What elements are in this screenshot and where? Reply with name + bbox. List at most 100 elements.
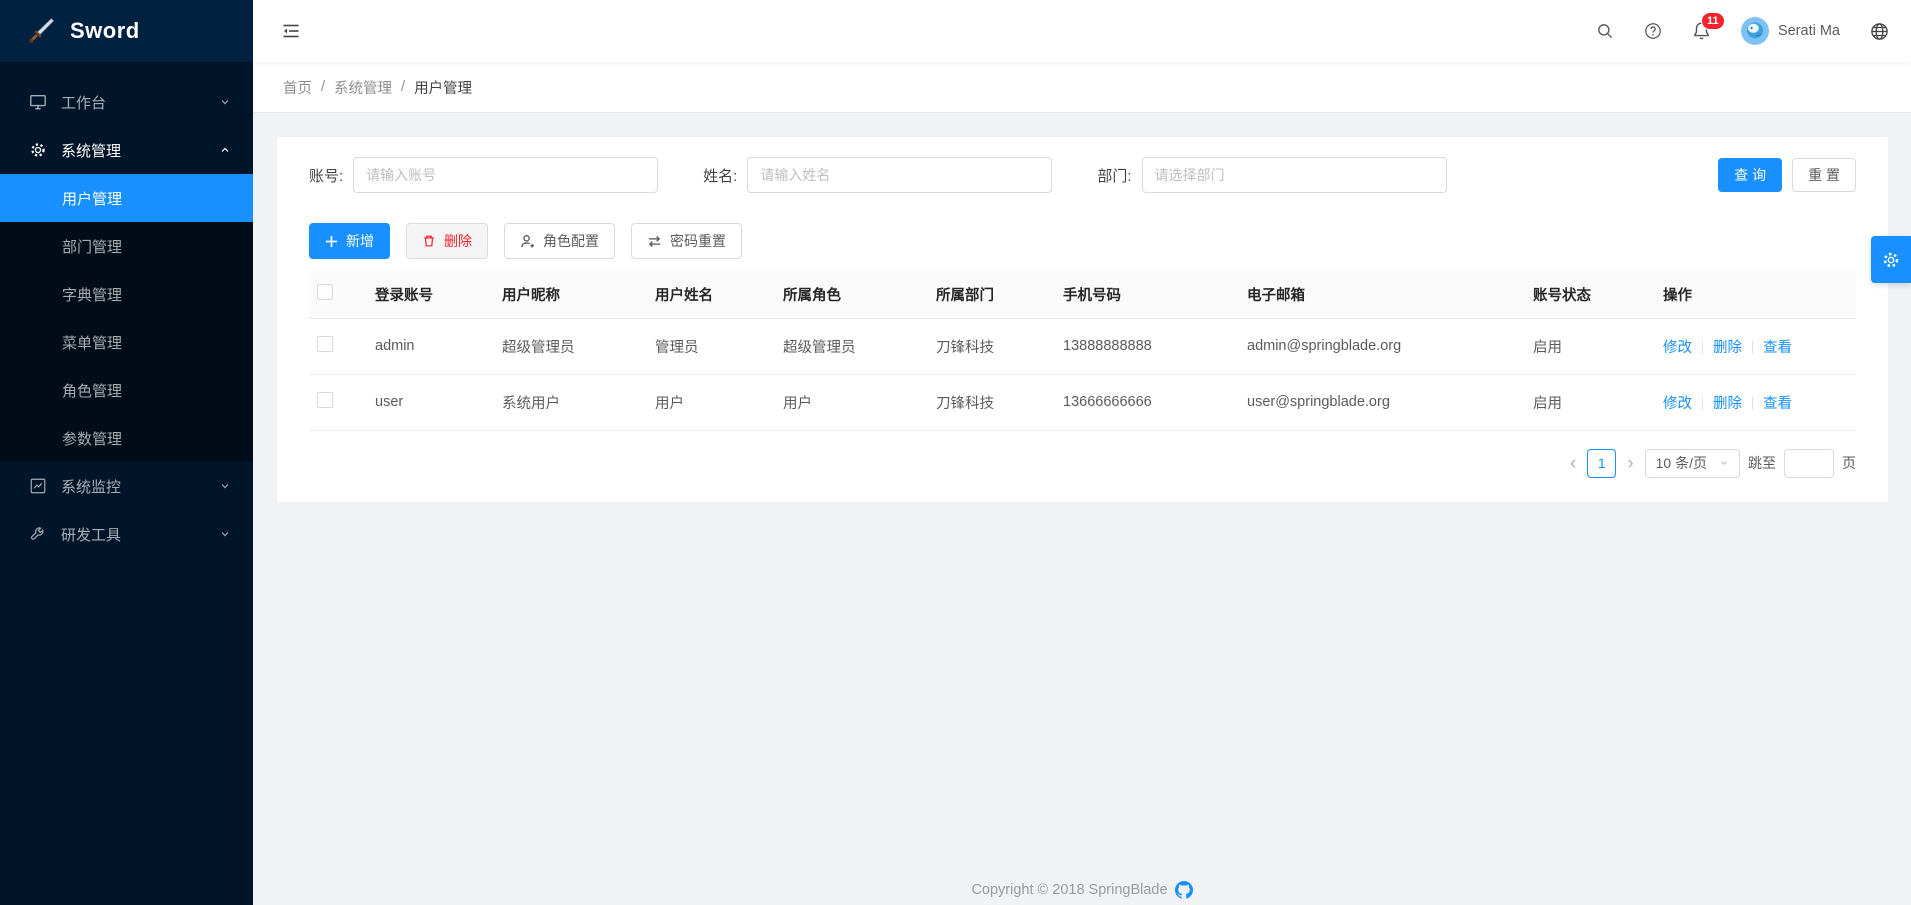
search-button[interactable]: 查 询 (1718, 158, 1782, 192)
cell-actions: 修改 删除 查看 (1655, 318, 1856, 374)
cell-name: 管理员 (647, 318, 775, 374)
sword-logo-icon (26, 16, 56, 46)
breadcrumb-section[interactable]: 系统管理 (334, 77, 392, 98)
cell-status: 启用 (1525, 374, 1655, 430)
col-actions: 操作 (1655, 271, 1856, 318)
reset-button[interactable]: 重 置 (1792, 158, 1856, 192)
dept-select[interactable] (1142, 157, 1447, 193)
sidebar-item-dept-management[interactable]: 部门管理 (0, 222, 253, 270)
sidebar-item-role-management[interactable]: 角色管理 (0, 366, 253, 414)
page-unit-label: 页 (1842, 453, 1856, 473)
page-size-select[interactable]: 10 条/页 (1645, 449, 1740, 478)
view-link[interactable]: 查看 (1763, 396, 1792, 412)
col-login-account: 登录账号 (367, 271, 494, 318)
theme-settings-button[interactable] (1871, 236, 1911, 283)
sidebar-item-user-management[interactable]: 用户管理 (0, 174, 253, 222)
delete-link[interactable]: 删除 (1713, 340, 1742, 356)
edit-link[interactable]: 修改 (1663, 340, 1692, 356)
help-icon[interactable] (1644, 22, 1662, 40)
table-toolbar: 新增 删除 角色配置 (309, 223, 1856, 259)
cell-name: 用户 (647, 374, 775, 430)
col-status: 账号状态 (1525, 271, 1655, 318)
delete-button[interactable]: 删除 (406, 223, 488, 259)
delete-button-label: 删除 (444, 231, 472, 251)
users-table: 登录账号 用户昵称 用户姓名 所属角色 所属部门 手机号码 电子邮箱 账号状态 … (309, 271, 1856, 431)
top-bar: 11 Serati Ma (253, 0, 1911, 62)
sidebar-item-system-management[interactable]: 系统管理 (0, 126, 253, 174)
view-link[interactable]: 查看 (1763, 340, 1792, 356)
gear-icon (28, 141, 48, 159)
main-content: 账号: 姓名: 部门: 查 询 重 置 新增 (253, 113, 1911, 905)
add-button[interactable]: 新增 (309, 223, 390, 259)
sidebar-item-dict-management[interactable]: 字典管理 (0, 270, 253, 318)
breadcrumb-separator: / (401, 79, 405, 95)
select-all-checkbox[interactable] (317, 284, 333, 300)
account-input[interactable] (353, 157, 658, 193)
brand-logo[interactable]: Sword (0, 0, 253, 62)
user-menu[interactable]: Serati Ma (1741, 17, 1840, 45)
search-form: 账号: 姓名: 部门: 查 询 重 置 (309, 157, 1856, 193)
dept-field-group: 部门: (1097, 157, 1446, 193)
cell-nickname: 系统用户 (494, 374, 647, 430)
submenu-item-label: 菜单管理 (62, 332, 122, 353)
dept-label: 部门: (1097, 165, 1131, 186)
col-nickname: 用户昵称 (494, 271, 647, 318)
language-globe-icon[interactable] (1870, 22, 1889, 41)
breadcrumb-separator: / (321, 79, 325, 95)
username-label: Serati Ma (1778, 23, 1840, 39)
copyright-text: Copyright © 2018 SpringBlade (971, 882, 1167, 898)
chart-icon (28, 477, 48, 495)
sidebar-menu: 工作台 系统管理 用户管理 部门管理 (0, 62, 253, 558)
jump-label: 跳至 (1748, 453, 1776, 473)
table-header-row: 登录账号 用户昵称 用户姓名 所属角色 所属部门 手机号码 电子邮箱 账号状态 … (309, 271, 1856, 318)
notifications-bell-icon[interactable]: 11 (1692, 21, 1711, 41)
role-config-button[interactable]: 角色配置 (504, 223, 615, 259)
edit-link[interactable]: 修改 (1663, 396, 1692, 412)
swap-icon (647, 235, 662, 248)
account-label: 账号: (309, 165, 343, 186)
search-icon[interactable] (1596, 22, 1614, 40)
wrench-icon (28, 525, 48, 543)
submenu-item-label: 参数管理 (62, 428, 122, 449)
chevron-up-icon (219, 144, 231, 156)
cell-nickname: 超级管理员 (494, 318, 647, 374)
role-config-button-label: 角色配置 (543, 231, 599, 251)
sidebar-item-dev-tools[interactable]: 研发工具 (0, 510, 253, 558)
submenu-item-label: 用户管理 (62, 188, 122, 209)
sidebar-item-param-management[interactable]: 参数管理 (0, 414, 253, 462)
cell-phone: 13888888888 (1055, 318, 1239, 374)
password-reset-button[interactable]: 密码重置 (631, 223, 742, 259)
col-email: 电子邮箱 (1239, 271, 1525, 318)
password-reset-button-label: 密码重置 (670, 231, 726, 251)
user-role-icon (520, 234, 535, 249)
cell-email: admin@springblade.org (1239, 318, 1525, 374)
sidebar-item-menu-management[interactable]: 菜单管理 (0, 318, 253, 366)
sidebar-item-workbench[interactable]: 工作台 (0, 78, 253, 126)
footer: Copyright © 2018 SpringBlade (253, 881, 1911, 899)
cell-role: 超级管理员 (775, 318, 928, 374)
name-input[interactable] (747, 157, 1052, 193)
notification-badge: 11 (1701, 12, 1725, 30)
next-page-icon[interactable]: › (1624, 454, 1636, 473)
breadcrumb-current: 用户管理 (414, 77, 472, 98)
github-icon[interactable] (1175, 881, 1193, 899)
action-divider (1702, 341, 1703, 354)
cell-role: 用户 (775, 374, 928, 430)
page-size-value: 10 条/页 (1656, 453, 1707, 473)
chevron-down-icon (1719, 458, 1729, 468)
search-actions: 查 询 重 置 (1718, 158, 1856, 192)
col-phone: 手机号码 (1055, 271, 1239, 318)
table-row: user 系统用户 用户 用户 刀锋科技 13666666666 user@sp… (309, 374, 1856, 430)
system-management-submenu: 用户管理 部门管理 字典管理 菜单管理 角色管理 参数管理 (0, 174, 253, 462)
cell-account: admin (367, 318, 494, 374)
page-number-button[interactable]: 1 (1587, 449, 1616, 478)
jump-page-input[interactable] (1784, 449, 1834, 478)
avatar (1741, 17, 1769, 45)
row-checkbox[interactable] (317, 392, 333, 408)
menu-fold-icon[interactable] (281, 22, 301, 40)
row-checkbox[interactable] (317, 336, 333, 352)
sidebar-item-system-monitor[interactable]: 系统监控 (0, 462, 253, 510)
breadcrumb-home[interactable]: 首页 (283, 77, 312, 98)
prev-page-icon[interactable]: ‹ (1567, 454, 1579, 473)
delete-link[interactable]: 删除 (1713, 396, 1742, 412)
